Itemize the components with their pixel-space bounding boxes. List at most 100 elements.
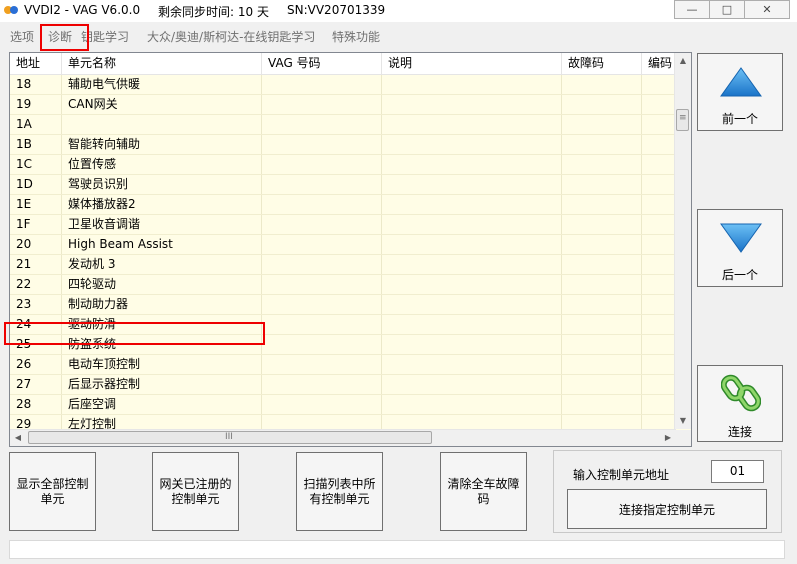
table-row[interactable]: 27 后显示器控制 <box>10 375 676 395</box>
close-icon: ✕ <box>762 3 772 16</box>
show-all-units-button[interactable]: 显示全部控制单元 <box>9 452 96 531</box>
cell-empty <box>642 235 676 254</box>
table-row[interactable]: 20 High Beam Assist <box>10 235 676 255</box>
scroll-right-icon[interactable]: ▶ <box>660 430 676 446</box>
cell-empty <box>562 215 642 234</box>
table-row[interactable]: 23 制动助力器 <box>10 295 676 315</box>
connect-button[interactable]: 连接 <box>697 365 783 442</box>
cell-empty <box>642 115 676 134</box>
cell-empty <box>382 155 562 174</box>
maximize-button[interactable]: □ <box>709 0 745 19</box>
cell-empty <box>642 335 676 354</box>
cell-empty <box>262 375 382 394</box>
column-header-coding[interactable]: 编码 <box>642 53 676 74</box>
cell-empty <box>642 375 676 394</box>
scrollbar-corner <box>675 430 691 446</box>
cell-empty <box>382 355 562 374</box>
cell-empty <box>562 295 642 314</box>
menu-special-functions[interactable]: 特殊功能 <box>332 28 380 45</box>
diagnose-highlight-box <box>40 24 89 51</box>
arrow-down-icon <box>720 223 762 253</box>
app-logo-icon <box>4 6 18 14</box>
menu-options[interactable]: 选项 <box>10 28 34 45</box>
table-header: 地址 单元名称 VAG 号码 说明 故障码 编码 <box>10 53 676 75</box>
table-row[interactable]: 1E 媒体播放器2 <box>10 195 676 215</box>
cell-empty <box>382 135 562 154</box>
cell-empty <box>262 175 382 194</box>
cell-empty <box>382 195 562 214</box>
remaining-sync-time: 剩余同步时间: 10 天 <box>158 5 269 19</box>
horizontal-scroll-thumb[interactable]: III <box>28 431 432 444</box>
cell-unit-name: 后显示器控制 <box>62 375 262 394</box>
cell-unit-name: 位置传感 <box>62 155 262 174</box>
column-header-address[interactable]: 地址 <box>10 53 62 74</box>
table-row[interactable]: 18 辅助电气供暖 <box>10 75 676 95</box>
chain-link-icon <box>721 374 761 412</box>
cell-empty <box>262 355 382 374</box>
cell-empty <box>642 155 676 174</box>
column-header-unit-name[interactable]: 单元名称 <box>62 53 262 74</box>
table-row[interactable]: 1B 智能转向辅助 <box>10 135 676 155</box>
cell-address: 28 <box>10 395 62 414</box>
cell-empty <box>562 75 642 94</box>
table-row[interactable]: 26 电动车顶控制 <box>10 355 676 375</box>
connect-specified-unit-button[interactable]: 连接指定控制单元 <box>567 489 767 529</box>
next-button[interactable]: 后一个 <box>697 209 783 287</box>
cell-empty <box>382 315 562 334</box>
cell-address: 21 <box>10 255 62 274</box>
close-button[interactable]: ✕ <box>744 0 790 19</box>
cell-empty <box>642 275 676 294</box>
table-row[interactable]: 19 CAN网关 <box>10 95 676 115</box>
scroll-up-icon[interactable]: ▲ <box>675 53 691 69</box>
cell-unit-name: 辅助电气供暖 <box>62 75 262 94</box>
cell-empty <box>382 75 562 94</box>
column-header-description[interactable]: 说明 <box>382 53 562 74</box>
table-row[interactable]: 1D 驾驶员识别 <box>10 175 676 195</box>
table-row[interactable]: 1F 卫星收音调谐 <box>10 215 676 235</box>
cell-empty <box>262 335 382 354</box>
cell-empty <box>262 75 382 94</box>
vertical-scroll-thumb[interactable]: ≡ <box>676 109 689 131</box>
table-row[interactable]: 1C 位置传感 <box>10 155 676 175</box>
cell-empty <box>382 235 562 254</box>
cell-address: 1B <box>10 135 62 154</box>
cell-empty <box>562 95 642 114</box>
cell-empty <box>382 115 562 134</box>
scroll-left-icon[interactable]: ◀ <box>10 430 26 446</box>
cell-empty <box>382 255 562 274</box>
address-input[interactable]: 01 <box>711 460 764 483</box>
table-row[interactable]: 28 后座空调 <box>10 395 676 415</box>
cell-empty <box>562 175 642 194</box>
cell-empty <box>382 335 562 354</box>
scan-all-units-button[interactable]: 扫描列表中所有控制单元 <box>296 452 383 531</box>
cell-unit-name: 驾驶员识别 <box>62 175 262 194</box>
previous-label: 前一个 <box>721 112 758 126</box>
gateway-registered-units-button[interactable]: 网关已注册的控制单元 <box>152 452 239 531</box>
cell-unit-name: 四轮驱动 <box>62 275 262 294</box>
column-header-fault-codes[interactable]: 故障码 <box>562 53 642 74</box>
cell-empty <box>562 315 642 334</box>
clear-all-faults-button[interactable]: 清除全车故障码 <box>440 452 527 531</box>
table-row[interactable]: 21 发动机 3 <box>10 255 676 275</box>
cell-empty <box>262 255 382 274</box>
menu-online-key-learning[interactable]: 大众/奥迪/斯柯达-在线钥匙学习 <box>147 28 315 45</box>
cell-empty <box>262 195 382 214</box>
previous-button[interactable]: 前一个 <box>697 53 783 131</box>
table-row[interactable]: 22 四轮驱动 <box>10 275 676 295</box>
cell-empty <box>562 355 642 374</box>
window-title: VVDI2 - VAG V6.0.0 <box>24 3 141 17</box>
cell-empty <box>562 135 642 154</box>
cell-empty <box>642 175 676 194</box>
vertical-scrollbar[interactable]: ▲ ≡ ▼ <box>674 53 691 429</box>
serial-number: SN:VV20701339 <box>287 3 386 17</box>
minimize-button[interactable]: — <box>674 0 710 19</box>
horizontal-grip-icon: III <box>225 432 233 442</box>
table-row[interactable]: 1A <box>10 115 676 135</box>
control-unit-table[interactable]: 地址 单元名称 VAG 号码 说明 故障码 编码 18 辅助电气供暖 19 CAN网关… <box>9 52 692 447</box>
scroll-down-icon[interactable]: ▼ <box>675 413 691 429</box>
horizontal-scrollbar[interactable]: ◀ III ▶ <box>10 429 676 446</box>
cell-empty <box>382 295 562 314</box>
cell-empty <box>562 155 642 174</box>
column-header-vag-number[interactable]: VAG 号码 <box>262 53 382 74</box>
maximize-icon: □ <box>721 3 733 16</box>
